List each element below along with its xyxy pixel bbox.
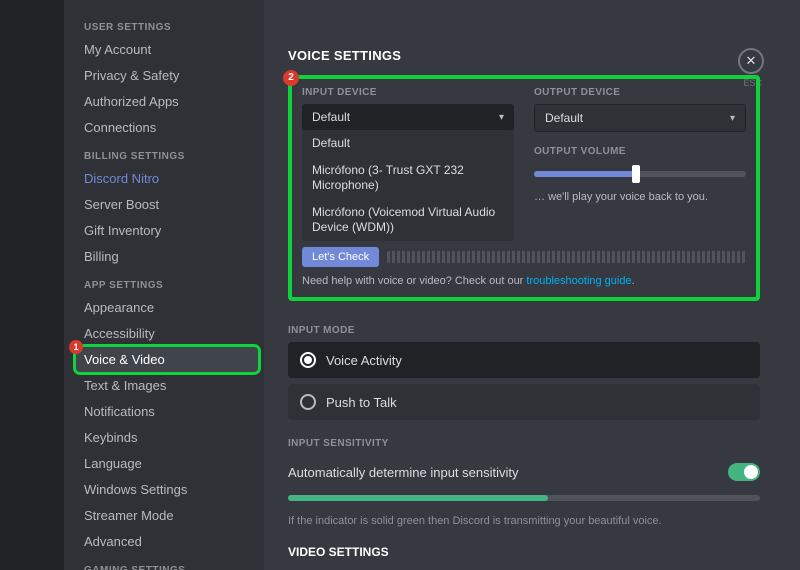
radio-icon — [300, 394, 316, 410]
mic-level-meter — [387, 251, 746, 263]
input-device-select[interactable]: Default ▾ — [302, 104, 514, 130]
sidebar-item-streamer-mode[interactable]: Streamer Mode — [76, 503, 258, 528]
sidebar-item-label: Server Boost — [84, 197, 159, 212]
sidebar-item-gift-inventory[interactable]: Gift Inventory — [76, 218, 258, 243]
sidebar-item-text-images[interactable]: Text & Images — [76, 373, 258, 398]
sidebar-item-appearance[interactable]: Appearance — [76, 295, 258, 320]
close-button[interactable]: ✕ — [738, 48, 764, 74]
output-volume-label: OUTPUT VOLUME — [534, 146, 746, 157]
input-mode-section: INPUT MODE Voice Activity Push to Talk — [288, 325, 760, 420]
sidebar-item-label: Discord Nitro — [84, 171, 159, 186]
lets-check-button[interactable]: Let's Check — [302, 247, 379, 267]
radio-label: Voice Activity — [326, 353, 402, 368]
sidebar-item-label: My Account — [84, 42, 151, 57]
output-device-select[interactable]: Default ▾ — [534, 104, 746, 132]
output-volume-slider[interactable] — [534, 171, 746, 177]
output-device-value: Default — [545, 111, 583, 125]
sidebar-item-label: Billing — [84, 249, 119, 264]
output-device-label: OUTPUT DEVICE — [534, 87, 746, 98]
sidebar-item-accessibility[interactable]: Accessibility — [76, 321, 258, 346]
radio-icon — [300, 352, 316, 368]
sidebar-item-label: Connections — [84, 120, 156, 135]
sidebar-item-windows-settings[interactable]: Windows Settings — [76, 477, 258, 502]
sidebar-item-label: Language — [84, 456, 142, 471]
sidebar-item-privacy-safety[interactable]: Privacy & Safety — [76, 63, 258, 88]
input-mode-voice-activity[interactable]: Voice Activity — [288, 342, 760, 378]
sidebar-item-label: Accessibility — [84, 326, 155, 341]
sidebar-section-header: APP SETTINGS — [76, 270, 258, 295]
input-mode-label: INPUT MODE — [288, 325, 760, 336]
input-device-option[interactable]: Default — [302, 130, 514, 157]
sidebar-item-label: Gift Inventory — [84, 223, 161, 238]
sidebar-item-connections[interactable]: Connections — [76, 115, 258, 140]
sidebar-item-my-account[interactable]: My Account — [76, 37, 258, 62]
sidebar-item-label: Advanced — [84, 534, 142, 549]
sidebar-item-label: Text & Images — [84, 378, 166, 393]
sidebar-item-label: Appearance — [84, 300, 154, 315]
sidebar-item-label: Keybinds — [84, 430, 137, 445]
radio-label: Push to Talk — [326, 395, 397, 410]
sidebar-item-label: Privacy & Safety — [84, 68, 179, 83]
sidebar-item-label: Notifications — [84, 404, 155, 419]
sensitivity-slider[interactable] — [288, 495, 760, 501]
sidebar-item-notifications[interactable]: Notifications — [76, 399, 258, 424]
input-device-dropdown: Default Micrófono (3- Trust GXT 232 Micr… — [302, 130, 514, 241]
sensitivity-note: If the indicator is solid green then Dis… — [288, 515, 760, 527]
sidebar-item-advanced[interactable]: Advanced — [76, 529, 258, 554]
sidebar-item-authorized-apps[interactable]: Authorized Apps — [76, 89, 258, 114]
sidebar-item-label: Windows Settings — [84, 482, 187, 497]
auto-sensitivity-toggle[interactable] — [728, 463, 760, 481]
sidebar-section-header: GAMING SETTINGS — [76, 555, 258, 570]
sidebar-item-label: Streamer Mode — [84, 508, 174, 523]
mic-test-note: … we'll play your voice back to you. — [534, 191, 746, 203]
sidebar-item-server-boost[interactable]: Server Boost — [76, 192, 258, 217]
device-highlight-box: 2 INPUT DEVICE Default ▾ Default Micrófo… — [288, 75, 760, 301]
input-device-option[interactable]: Micrófono (3- Trust GXT 232 Microphone) — [302, 157, 514, 199]
settings-main: ✕ ESC VOICE SETTINGS 2 INPUT DEVICE Defa… — [264, 0, 800, 570]
chevron-down-icon: ▾ — [499, 112, 504, 123]
sidebar-item-label: Voice & Video — [84, 352, 165, 367]
troubleshooting-link[interactable]: troubleshooting guide — [526, 275, 631, 287]
input-mode-push-to-talk[interactable]: Push to Talk — [288, 384, 760, 420]
voice-help-note: Need help with voice or video? Check out… — [302, 275, 746, 287]
annotation-marker-2: 2 — [283, 70, 299, 86]
sidebar-item-voice-video[interactable]: 1Voice & Video — [76, 347, 258, 372]
input-device-value: Default — [312, 110, 350, 124]
sensitivity-heading: INPUT SENSITIVITY — [288, 438, 760, 449]
close-icon: ✕ — [746, 53, 757, 69]
sidebar-item-discord-nitro[interactable]: Discord Nitro — [76, 166, 258, 191]
sidebar-section-header: BILLING SETTINGS — [76, 141, 258, 166]
chevron-down-icon: ▾ — [730, 113, 735, 124]
guild-bar — [0, 0, 64, 570]
annotation-marker-1: 1 — [69, 340, 83, 354]
sidebar-section-header: USER SETTINGS — [76, 12, 258, 37]
video-settings-heading: VIDEO SETTINGS — [288, 545, 760, 559]
input-device-option[interactable]: Micrófono (Voicemod Virtual Audio Device… — [302, 199, 514, 241]
sidebar-item-language[interactable]: Language — [76, 451, 258, 476]
settings-sidebar: USER SETTINGS My Account Privacy & Safety A… — [64, 0, 264, 570]
voice-settings-heading: VOICE SETTINGS — [288, 48, 760, 63]
input-device-label: INPUT DEVICE — [302, 87, 514, 98]
auto-sensitivity-label: Automatically determine input sensitivit… — [288, 465, 519, 480]
sidebar-item-keybinds[interactable]: Keybinds — [76, 425, 258, 450]
sidebar-item-label: Authorized Apps — [84, 94, 179, 109]
sidebar-item-billing[interactable]: Billing — [76, 244, 258, 269]
